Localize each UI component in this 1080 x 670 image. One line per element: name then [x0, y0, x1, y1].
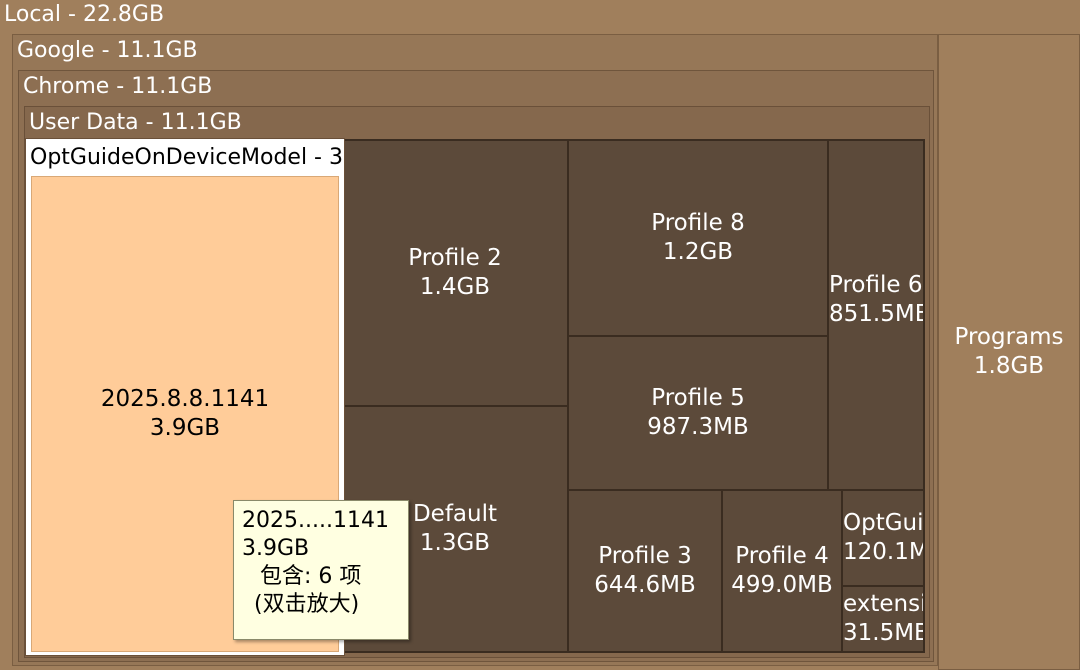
opt-model-header: OptGuideOnDeviceModel - 3 [30, 145, 343, 170]
tooltip-hint: (双击放大) [254, 592, 360, 617]
cell-default-name: Default [412, 501, 498, 527]
local-header: Local - 22.8GB [4, 2, 165, 27]
cell-profile3-size: 644.6MB [594, 572, 696, 598]
cell-extensi-size: 31.5MB [843, 620, 925, 646]
cell-extensi-name: extensi [843, 591, 925, 617]
treemap-user-data[interactable]: User Data - 11.1GB Profile 2 1.4GB Defau… [24, 106, 930, 658]
cell-optgui[interactable]: OptGui 120.1M [841, 489, 925, 587]
cell-programs-name: Programs [954, 324, 1064, 350]
cell-profile5-name: Profile 5 [651, 385, 745, 411]
cell-profile8-name: Profile 8 [651, 210, 745, 236]
cell-profile5[interactable]: Profile 5 987.3MB [567, 335, 829, 491]
tooltip-name: 2025.....1141 [242, 508, 389, 533]
hover-tooltip: 2025.....1141 3.9GB 包含: 6 项 (双击放大) [233, 500, 409, 640]
cell-profile6-size: 851.5MB [829, 301, 925, 327]
cell-optgui-size: 120.1M [843, 539, 925, 565]
tooltip-contains: 包含: 6 项 [260, 564, 362, 589]
chrome-header: Chrome - 11.1GB [23, 74, 213, 99]
cell-profile3[interactable]: Profile 3 644.6MB [567, 489, 723, 653]
cell-profile2-size: 1.4GB [419, 274, 491, 300]
cell-profile2[interactable]: Profile 2 1.4GB [341, 139, 569, 407]
cell-profile4-name: Profile 4 [735, 543, 829, 569]
cell-programs[interactable]: Programs 1.8GB [938, 34, 1080, 670]
user-data-header: User Data - 11.1GB [29, 110, 242, 135]
cell-profile8[interactable]: Profile 8 1.2GB [567, 139, 829, 337]
cell-profile4-size: 499.0MB [731, 572, 833, 598]
cell-profile2-name: Profile 2 [408, 245, 502, 271]
cell-profile5-size: 987.3MB [647, 414, 749, 440]
cell-profile6[interactable]: Profile 6 851.5MB [827, 139, 925, 491]
cell-extensi[interactable]: extensi 31.5MB [841, 585, 925, 653]
treemap-local[interactable]: Local - 22.8GB Programs 1.8GB Google - 1… [0, 0, 1080, 670]
cell-optgui-name: OptGui [843, 510, 924, 536]
cell-profile8-size: 1.2GB [662, 239, 734, 265]
cell-version-size: 3.9GB [149, 415, 221, 441]
tooltip-size: 3.9GB [242, 536, 310, 561]
cell-version-name: 2025.8.8.1141 [100, 386, 270, 412]
cell-default-size: 1.3GB [419, 530, 491, 556]
cell-profile4[interactable]: Profile 4 499.0MB [721, 489, 843, 653]
google-header: Google - 11.1GB [17, 38, 198, 63]
treemap-chrome[interactable]: Chrome - 11.1GB User Data - 11.1GB Profi… [18, 70, 934, 662]
treemap-google[interactable]: Google - 11.1GB Chrome - 11.1GB User Dat… [12, 34, 938, 666]
cell-profile3-name: Profile 3 [598, 543, 692, 569]
cell-profile6-name: Profile 6 [829, 272, 923, 298]
cell-programs-size: 1.8GB [973, 353, 1045, 379]
